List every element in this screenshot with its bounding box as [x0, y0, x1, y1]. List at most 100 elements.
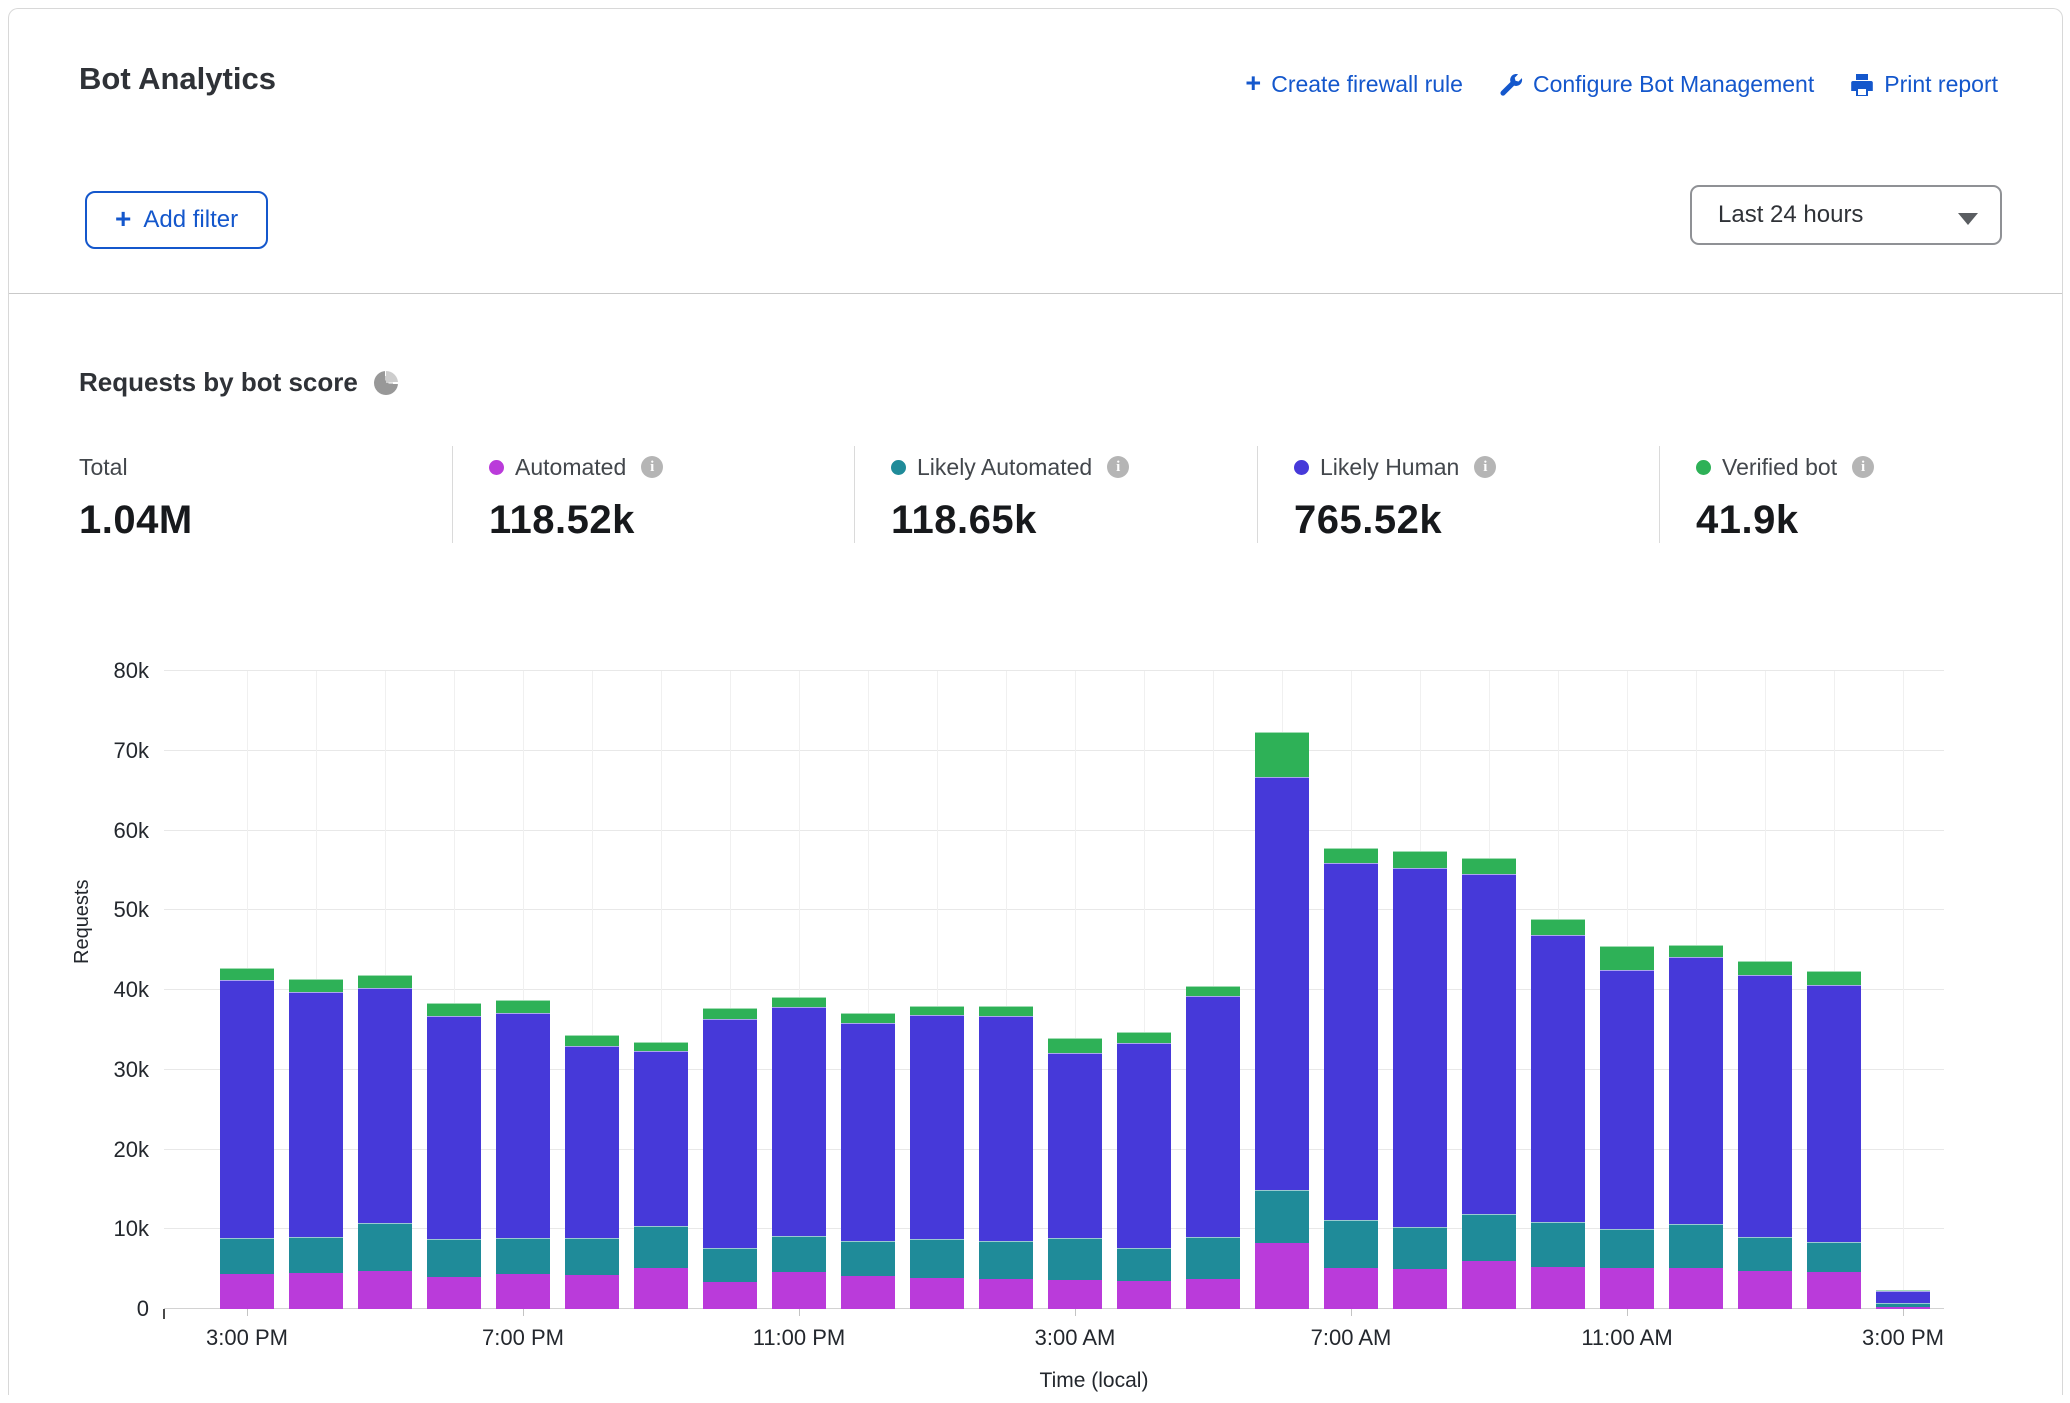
segment-automated: [1462, 1261, 1516, 1309]
segment-likely-automated: [772, 1236, 826, 1273]
segment-verified-bot: [1462, 858, 1516, 874]
info-icon[interactable]: i: [1107, 456, 1129, 478]
segment-likely-human: [772, 1007, 826, 1236]
bar-2-00-am[interactable]: [979, 1006, 1033, 1309]
print-report-link[interactable]: Print report: [1850, 71, 1998, 98]
bar-6-00-am[interactable]: [1255, 732, 1309, 1309]
segment-likely-human: [289, 992, 343, 1238]
stat-label: Likely Human: [1320, 454, 1459, 481]
segment-likely-automated: [565, 1238, 619, 1275]
bar-4-00-am[interactable]: [1117, 1032, 1171, 1309]
segment-automated: [772, 1272, 826, 1309]
segment-verified-bot: [1669, 945, 1723, 958]
segment-likely-human: [1186, 996, 1240, 1237]
add-filter-button[interactable]: + Add filter: [85, 191, 268, 249]
segment-verified-bot: [1324, 848, 1378, 863]
bar-8-00-pm[interactable]: [565, 1035, 619, 1309]
time-range-select[interactable]: Last 24 hours: [1690, 185, 2002, 245]
segment-verified-bot: [358, 975, 412, 989]
segment-verified-bot: [1186, 986, 1240, 996]
bar-5-00-am[interactable]: [1186, 986, 1240, 1309]
segment-automated: [1048, 1280, 1102, 1310]
segment-automated: [289, 1273, 343, 1309]
bar-5-00-pm[interactable]: [358, 975, 412, 1309]
stat-value: 765.52k: [1294, 498, 1659, 543]
segment-automated: [1669, 1268, 1723, 1309]
info-icon[interactable]: i: [641, 456, 663, 478]
segment-automated: [1393, 1269, 1447, 1309]
segment-automated: [1324, 1268, 1378, 1309]
segment-verified-bot: [1255, 732, 1309, 777]
segment-automated: [220, 1274, 274, 1309]
segment-likely-human: [1324, 863, 1378, 1219]
x-tick-label: 3:00 AM: [995, 1325, 1155, 1351]
x-axis-title: Time (local): [964, 1369, 1224, 1393]
bar-9-00-am[interactable]: [1462, 858, 1516, 1309]
segment-likely-human: [1531, 935, 1585, 1222]
bar-2-00-pm[interactable]: [1807, 971, 1861, 1309]
bar-7-00-pm[interactable]: [496, 1000, 550, 1309]
segment-likely-human: [910, 1015, 964, 1239]
segment-verified-bot: [1807, 971, 1861, 985]
y-tick-label: 30k: [39, 1057, 149, 1083]
stat-label: Total: [79, 454, 128, 481]
segment-automated: [1738, 1271, 1792, 1309]
bar-10-00-am[interactable]: [1531, 919, 1585, 1309]
segment-automated: [496, 1274, 550, 1309]
x-tick-mark: [1627, 1309, 1628, 1316]
bar-1-00-am[interactable]: [910, 1006, 964, 1309]
bar-3-00-pm[interactable]: [1876, 1290, 1930, 1309]
chevron-down-icon: [1958, 213, 1978, 225]
segment-likely-human: [703, 1019, 757, 1248]
info-icon[interactable]: i: [1474, 456, 1496, 478]
bar-10-00-pm[interactable]: [703, 1008, 757, 1309]
bar-3-00-pm[interactable]: [220, 968, 274, 1309]
info-icon[interactable]: i: [1852, 456, 1874, 478]
gridline-h: [164, 750, 1944, 751]
y-tick-label: 20k: [39, 1137, 149, 1163]
bar-12-00-pm[interactable]: [1669, 945, 1723, 1309]
bar-11-00-am[interactable]: [1600, 946, 1654, 1309]
bar-11-00-pm[interactable]: [772, 997, 826, 1309]
segment-automated: [910, 1278, 964, 1309]
segment-automated: [703, 1282, 757, 1309]
bot-analytics-card: Bot Analytics + Create firewall rule Con…: [8, 8, 2063, 1395]
y-tick-label: 80k: [39, 658, 149, 684]
segment-likely-human: [1669, 957, 1723, 1223]
segment-likely-human: [1255, 777, 1309, 1190]
configure-bot-management-link[interactable]: Configure Bot Management: [1499, 71, 1814, 98]
bar-1-00-pm[interactable]: [1738, 961, 1792, 1309]
add-filter-label: Add filter: [143, 206, 238, 234]
bar-8-00-am[interactable]: [1393, 851, 1447, 1309]
segment-likely-human: [220, 980, 274, 1238]
segment-verified-bot: [289, 979, 343, 992]
bar-3-00-am[interactable]: [1048, 1038, 1102, 1309]
gridline-h: [164, 830, 1944, 831]
segment-verified-bot: [1531, 919, 1585, 935]
axis-origin-tick: [163, 1309, 165, 1319]
segment-likely-human: [979, 1016, 1033, 1241]
segment-verified-bot: [1117, 1032, 1171, 1042]
x-tick-mark: [1903, 1309, 1904, 1316]
segment-verified-bot: [841, 1013, 895, 1023]
segment-verified-bot: [220, 968, 274, 980]
segment-likely-automated: [1531, 1222, 1585, 1267]
segment-verified-bot: [979, 1006, 1033, 1016]
x-tick-mark: [799, 1309, 800, 1316]
bar-7-00-am[interactable]: [1324, 848, 1378, 1309]
gridline-h: [164, 670, 1944, 671]
segment-verified-bot: [565, 1035, 619, 1046]
stat-automated: Automatedi118.52k: [452, 446, 854, 543]
bar-4-00-pm[interactable]: [289, 979, 343, 1309]
bar-12-00-am[interactable]: [841, 1013, 895, 1309]
segment-likely-automated: [358, 1223, 412, 1271]
section-title: Requests by bot score: [79, 367, 398, 398]
bar-6-00-pm[interactable]: [427, 1003, 481, 1309]
segment-likely-human: [1876, 1291, 1930, 1304]
segment-automated: [841, 1276, 895, 1309]
segment-likely-human: [427, 1016, 481, 1239]
y-tick-label: 70k: [39, 738, 149, 764]
create-firewall-rule-link[interactable]: + Create firewall rule: [1245, 71, 1463, 98]
segment-automated: [1600, 1268, 1654, 1309]
bar-9-00-pm[interactable]: [634, 1042, 688, 1309]
